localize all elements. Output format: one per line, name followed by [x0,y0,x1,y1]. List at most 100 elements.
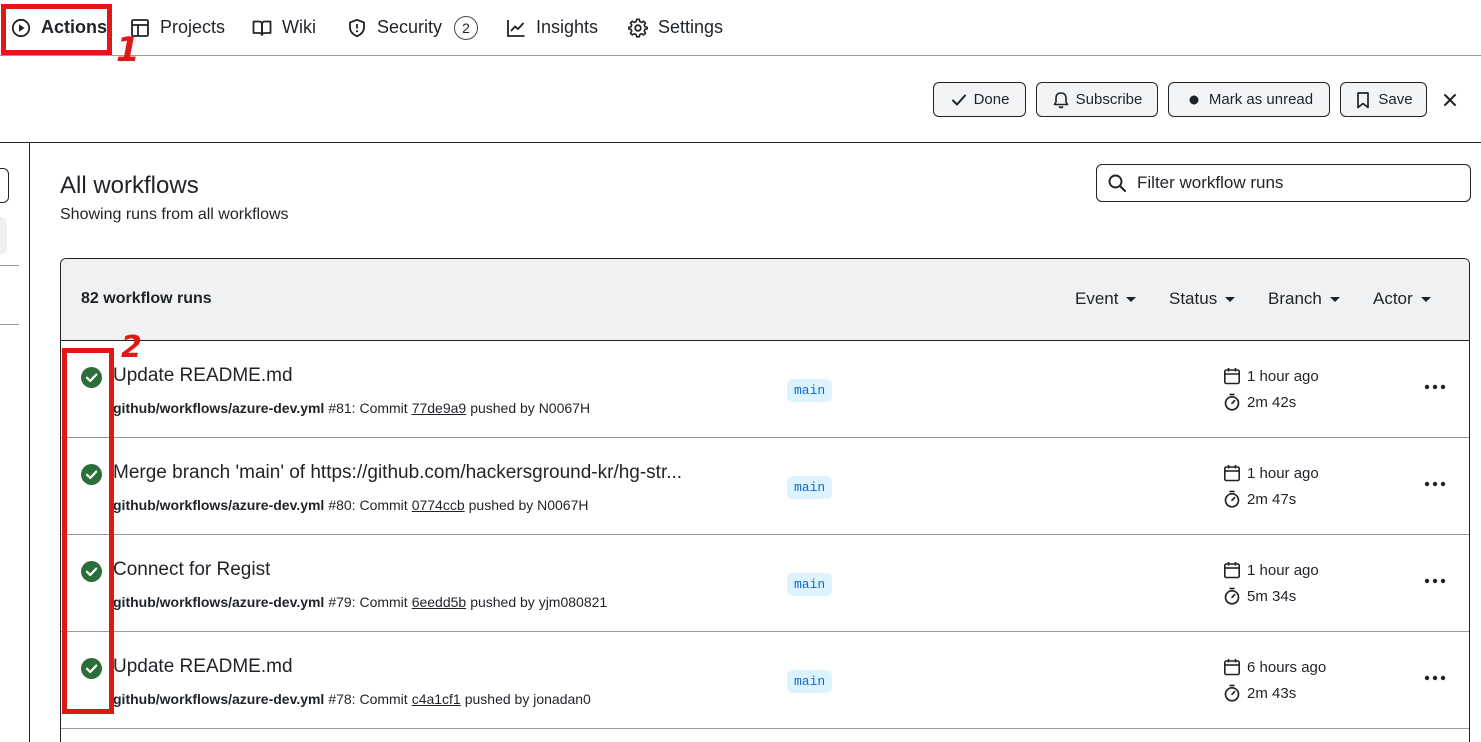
run-workflow-file: github/workflows/azure-dev.yml [113,400,325,416]
caret-down-icon [1329,296,1340,302]
run-title-link[interactable]: Connect for Regist [113,559,270,581]
event-filter-label: Event [1075,289,1119,308]
workflow-run-row[interactable]: Update README.md github/workflows/azure-… [61,632,1469,729]
mark-as-unread-label: Mark as unread [1208,91,1314,108]
actor-filter-label: Actor [1373,289,1413,308]
run-pushed-by: pushed by N0067H [468,497,589,513]
run-duration: 2m 43s [1223,684,1296,702]
workflow-run-row[interactable]: Connect for Regist github/workflows/azur… [61,535,1469,632]
nav-wiki-label: Wiki [282,17,316,37]
calendar-icon [1223,368,1240,385]
nav-security[interactable]: Security 2 [347,0,479,55]
run-pushed-by: pushed by yjm080821 [470,594,608,610]
stopwatch-icon [1224,684,1240,702]
stopwatch-icon [1224,587,1240,605]
shield-icon [347,18,367,38]
run-duration: 2m 42s [1223,393,1296,411]
commit-sha-link[interactable]: 6eedd5b [412,594,467,610]
repo-nav: Actions Projects Wiki Security 2 Insight… [0,0,1481,56]
branch-label[interactable]: main [787,670,833,693]
run-title-link[interactable]: Update README.md [113,656,293,678]
calendar-icon [1223,562,1240,579]
mark-as-unread-button[interactable]: Mark as unread [1168,82,1330,117]
run-number: #80: Commit [328,497,408,513]
event-filter-dropdown[interactable]: Event [1075,289,1137,309]
run-number: #78: Commit [328,691,408,707]
run-number: #79: Commit [328,594,408,610]
nav-projects[interactable]: Projects [130,0,225,55]
runs-header: 82 workflow runs Event Status Branch Act… [61,259,1469,341]
done-label: Done [973,91,1010,108]
workflow-run-row[interactable]: Merge branch 'main' of https://github.co… [61,438,1469,535]
save-label: Save [1378,91,1413,108]
commit-sha-link[interactable]: c4a1cf1 [412,691,461,707]
gear-icon [628,17,648,38]
sidebar-divider [29,143,30,742]
nav-insights[interactable]: Insights [506,0,598,55]
run-meta: github/workflows/azure-dev.yml #80: Comm… [113,497,589,513]
run-title-link[interactable]: Merge branch 'main' of https://github.co… [113,462,682,484]
sidebar-new-workflow-button[interactable] [0,168,9,203]
nav-wiki[interactable]: Wiki [252,0,316,55]
kebab-icon[interactable] [1419,666,1451,690]
branch-label[interactable]: main [787,379,833,402]
book-icon [252,18,272,38]
branch-label[interactable]: main [787,573,833,596]
run-time-ago: 6 hours ago [1247,658,1327,676]
close-icon[interactable] [1438,88,1462,112]
commit-sha-link[interactable]: 0774ccb [412,497,465,513]
run-started: 1 hour ago [1223,561,1319,579]
workflow-run-row[interactable]: Update README.md github/workflows/azure-… [61,341,1469,438]
sidebar-separator [0,265,19,266]
stopwatch-icon [1224,393,1240,411]
run-started: 1 hour ago [1223,464,1319,482]
done-button[interactable]: Done [933,82,1026,117]
run-time-ago: 1 hour ago [1247,367,1319,385]
status-filter-dropdown[interactable]: Status [1169,289,1236,309]
actor-filter-dropdown[interactable]: Actor [1373,289,1431,309]
sidebar-separator [0,324,19,325]
page-subtitle: Showing runs from all workflows [60,206,289,223]
runs-count: 82 workflow runs [81,290,212,307]
security-count-badge: 2 [454,15,479,40]
subscribe-button[interactable]: Subscribe [1036,82,1158,117]
nav-projects-label: Projects [160,17,226,37]
run-title-link[interactable]: Update README.md [113,365,293,387]
branch-filter-dropdown[interactable]: Branch [1268,289,1340,309]
run-time-ago: 1 hour ago [1247,464,1319,482]
status-filter-label: Status [1169,289,1218,308]
dot-icon [1185,91,1203,109]
commit-sha-link[interactable]: 77de9a9 [412,400,467,416]
run-workflow-file: github/workflows/azure-dev.yml [113,691,325,707]
annotation-box-2 [62,348,114,714]
annotation-box-1 [1,4,112,55]
run-duration: 2m 47s [1223,490,1296,508]
kebab-icon[interactable] [1419,569,1451,593]
subscribe-label: Subscribe [1075,91,1143,108]
sidebar-item-all-workflows[interactable] [0,217,7,254]
branch-label[interactable]: main [787,476,833,499]
kebab-icon[interactable] [1419,375,1451,399]
caret-down-icon [1225,296,1236,302]
calendar-icon [1223,659,1240,676]
run-meta: github/workflows/azure-dev.yml #81: Comm… [113,400,590,416]
search-icon [1107,173,1127,193]
run-pushed-by: pushed by jonadan0 [464,691,591,707]
check-icon [950,91,968,109]
kebab-icon[interactable] [1419,472,1451,496]
run-duration: 5m 34s [1223,587,1296,605]
nav-security-label: Security [377,17,443,37]
save-button[interactable]: Save [1340,82,1427,117]
bookmark-icon [1354,91,1372,109]
stopwatch-icon [1224,490,1240,508]
filter-runs-input[interactable] [1137,173,1457,193]
branch-filter-label: Branch [1268,289,1322,308]
run-duration-value: 2m 47s [1247,490,1297,508]
run-time-ago: 1 hour ago [1247,561,1319,579]
calendar-icon [1223,465,1240,482]
graph-icon [506,18,526,38]
run-started: 1 hour ago [1223,367,1319,385]
filter-runs-field[interactable] [1096,164,1471,202]
run-meta: github/workflows/azure-dev.yml #78: Comm… [113,691,591,707]
nav-settings[interactable]: Settings [628,0,723,55]
